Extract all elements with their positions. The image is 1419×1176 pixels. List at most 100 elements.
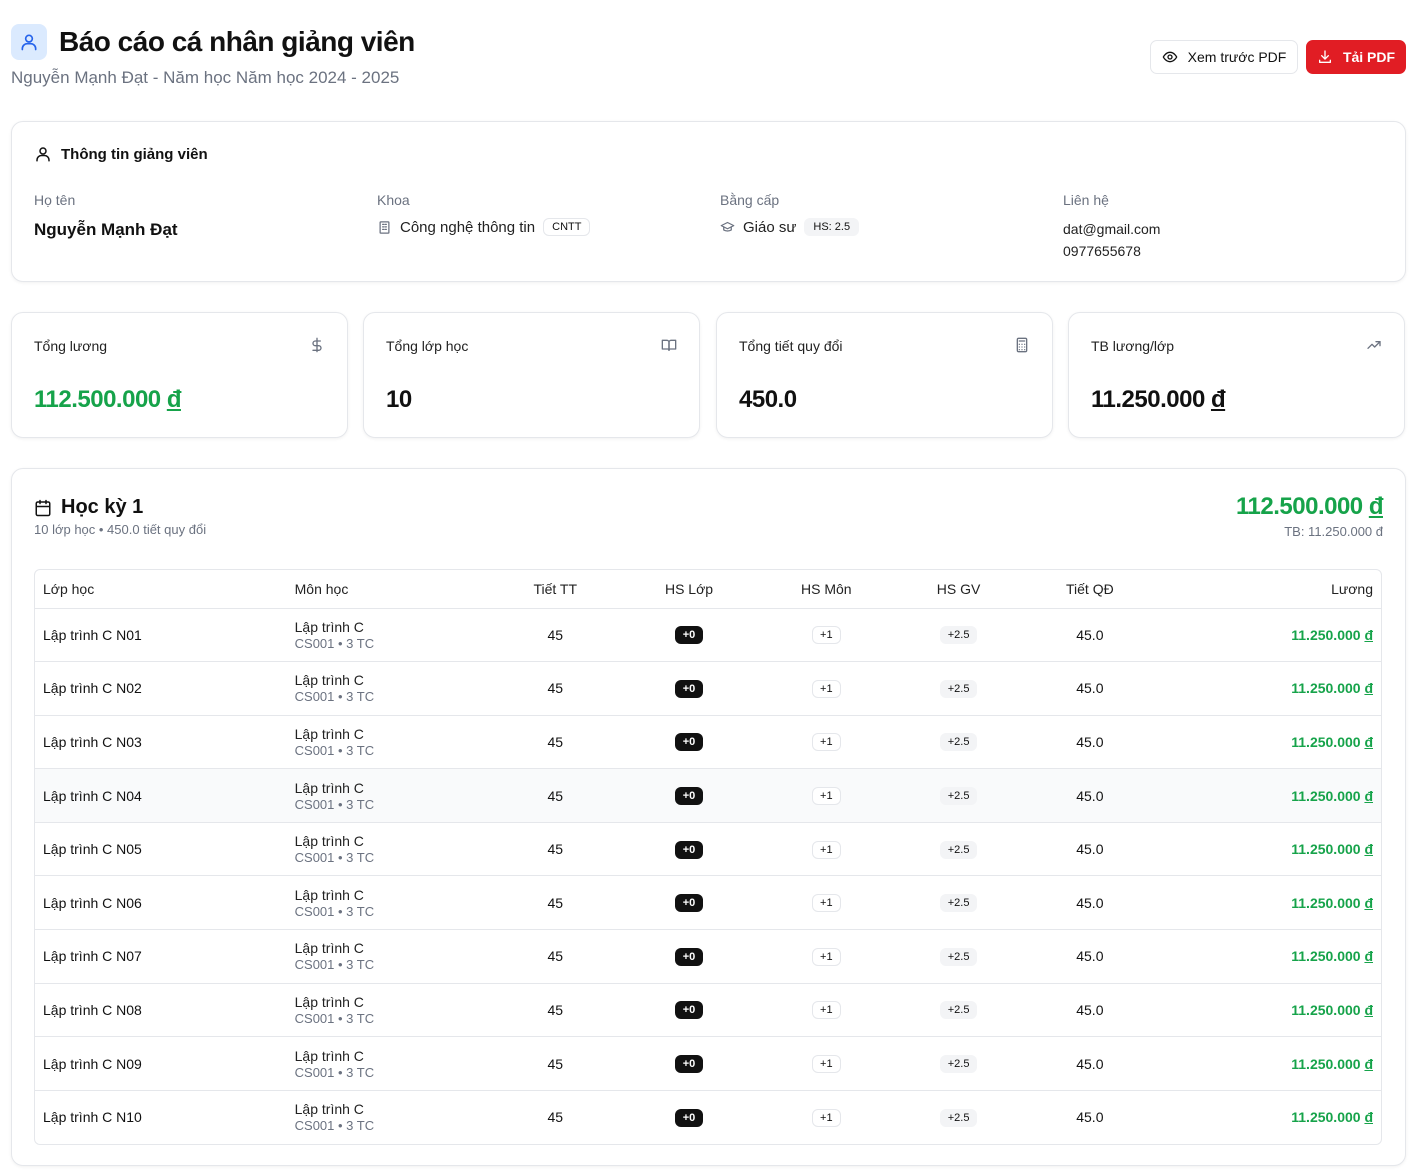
cell-hs-teacher: +2.5 bbox=[897, 822, 1020, 877]
degree-coefficient-badge: HS: 2.5 bbox=[804, 218, 860, 236]
subject-name: Lập trình C bbox=[294, 993, 364, 1010]
table-row: Lập trình C N04 Lập trình C CS001 • 3 TC 45… bbox=[35, 768, 1381, 823]
hs-teacher-badge: +2.5 bbox=[939, 1001, 978, 1020]
stat-label: TB lương/lớp bbox=[1091, 338, 1174, 354]
cell-class: Lập trình C N10 bbox=[43, 1109, 142, 1126]
subject-name: Lập trình C bbox=[294, 833, 364, 850]
stat-label: Tổng lương bbox=[34, 338, 108, 354]
cell-hs-subject: +1 bbox=[754, 768, 898, 823]
cell-periods: 45 bbox=[487, 983, 624, 1038]
stat-card-total-salary: Tổng lương 112.500.000 đ bbox=[11, 312, 348, 438]
table-row: Lập trình C N03 Lập trình C CS001 • 3 TC 45… bbox=[35, 715, 1381, 770]
subject-meta: CS001 • 3 TC bbox=[294, 903, 375, 919]
hs-class-badge: +0 bbox=[674, 947, 704, 966]
lecturer-info-title: Thông tin giảng viên bbox=[34, 145, 208, 163]
user-icon bbox=[11, 24, 47, 60]
cell-hs-subject: +1 bbox=[754, 929, 898, 984]
cell-hs-subject: +1 bbox=[754, 608, 898, 663]
cell-converted: 45.0 bbox=[1019, 822, 1161, 877]
hs-subject-badge: +1 bbox=[812, 787, 841, 806]
hs-subject-badge: +1 bbox=[812, 626, 841, 645]
subject-name: Lập trình C bbox=[294, 886, 364, 903]
cell-subject: Lập trình C CS001 • 3 TC bbox=[286, 929, 488, 984]
hs-teacher-badge: +2.5 bbox=[939, 679, 978, 698]
cell-periods: 45 bbox=[487, 608, 624, 663]
cell-hs-class: +0 bbox=[623, 715, 755, 770]
cell-subject: Lập trình C CS001 • 3 TC bbox=[286, 661, 488, 716]
lecturer-info-title-text: Thông tin giảng viên bbox=[61, 145, 208, 163]
cell-hs-class: +0 bbox=[623, 929, 755, 984]
download-pdf-button[interactable]: Tải PDF bbox=[1306, 40, 1406, 74]
download-pdf-label: Tải PDF bbox=[1342, 49, 1396, 65]
dollar-icon bbox=[309, 337, 325, 353]
cell-converted: 45.0 bbox=[1019, 715, 1161, 770]
subject-meta: CS001 • 3 TC bbox=[294, 850, 375, 866]
table-row: Lập trình C N02 Lập trình C CS001 • 3 TC 45… bbox=[35, 661, 1381, 716]
cell-hs-teacher: +2.5 bbox=[897, 715, 1020, 770]
cell-hs-class: +0 bbox=[623, 768, 755, 823]
contact-label: Liên hệ bbox=[1063, 192, 1109, 208]
cell-class: Lập trình C N05 bbox=[35, 822, 287, 877]
subject-name: Lập trình C bbox=[294, 618, 364, 635]
download-icon bbox=[1317, 49, 1333, 65]
trending-up-icon bbox=[1366, 337, 1382, 353]
subject-meta: CS001 • 3 TC bbox=[294, 742, 375, 758]
subject-meta: CS001 • 3 TC bbox=[294, 957, 375, 973]
stat-value: 450.0 bbox=[739, 386, 797, 413]
subject-name: Lập trình C bbox=[294, 779, 364, 796]
cell-subject: Lập trình C CS001 • 3 TC bbox=[286, 768, 488, 823]
lecturer-name: Nguyễn Mạnh Đạt bbox=[34, 220, 178, 239]
cell-hs-subject: +1 bbox=[754, 1036, 898, 1091]
hs-class-badge: +0 bbox=[674, 894, 704, 913]
cell-hs-class: +0 bbox=[623, 1036, 755, 1091]
subject-name: Lập trình C bbox=[294, 1047, 364, 1064]
hs-subject-badge: +1 bbox=[812, 840, 841, 859]
subject-meta: CS001 • 3 TC bbox=[294, 796, 375, 812]
table-row: Lập trình C N10 Lập trình C CS001 • 3 TC 45… bbox=[35, 1090, 1381, 1144]
user-icon bbox=[34, 145, 52, 163]
faculty-label: Khoa bbox=[377, 192, 410, 208]
table-row: Lập trình C N06 Lập trình C CS001 • 3 TC 45… bbox=[35, 875, 1381, 931]
degree-name: Giáo sư bbox=[743, 218, 797, 236]
name-label: Họ tên bbox=[34, 192, 76, 208]
cell-hs-teacher: +2.5 bbox=[897, 608, 1020, 663]
cell-periods: 45 bbox=[487, 822, 624, 877]
hs-class-badge: +0 bbox=[674, 1001, 704, 1020]
cell-periods: 45 bbox=[487, 715, 624, 770]
cell-hs-subject: +1 bbox=[754, 822, 898, 877]
cell-class: Lập trình C N03 bbox=[35, 715, 287, 770]
faculty-name: Công nghệ thông tin bbox=[400, 218, 536, 236]
cell-periods: 45 bbox=[487, 661, 624, 716]
cell-salary: 11.250.000 đ bbox=[1160, 983, 1381, 1038]
hs-teacher-badge: +2.5 bbox=[939, 626, 978, 645]
subject-name: Lập trình C bbox=[294, 1101, 364, 1118]
subject-meta: CS001 • 3 TC bbox=[294, 635, 375, 651]
hs-class-badge: +0 bbox=[674, 679, 704, 698]
cell-hs-teacher: +2.5 bbox=[898, 1090, 1020, 1144]
cell-hs-teacher: +2.5 bbox=[897, 661, 1020, 716]
preview-pdf-label: Xem trước PDF bbox=[1187, 49, 1287, 65]
hs-teacher-badge: +2.5 bbox=[939, 1108, 978, 1127]
cell-subject: Lập trình C CS001 • 3 TC bbox=[287, 1090, 488, 1144]
cell-hs-subject: +1 bbox=[755, 1090, 898, 1144]
table-row: Lập trình C N01 Lập trình C CS001 • 3 TC 45… bbox=[35, 608, 1381, 663]
hs-class-badge: +0 bbox=[674, 1108, 704, 1127]
graduation-cap-icon bbox=[720, 220, 735, 235]
cell-hs-subject: +1 bbox=[754, 715, 898, 770]
cell-salary: 11.250.000 đ bbox=[1160, 1036, 1381, 1091]
calculator-icon bbox=[1014, 337, 1030, 353]
preview-pdf-button[interactable]: Xem trước PDF bbox=[1150, 40, 1298, 74]
cell-salary: 11.250.000 đ bbox=[1160, 875, 1381, 931]
cell-subject: Lập trình C CS001 • 3 TC bbox=[286, 1036, 488, 1091]
page-subtitle: Nguyễn Mạnh Đạt - Năm học Năm học 2024 -… bbox=[11, 68, 400, 87]
cell-periods: 45 bbox=[487, 1036, 624, 1091]
table-header-row: Lớp học Môn học Tiết TT HS Lớp HS Môn HS… bbox=[35, 570, 1381, 609]
column-header-hs-subject: HS Môn bbox=[754, 570, 898, 609]
cell-salary: 11.250.000 đ bbox=[1160, 715, 1381, 770]
stat-card-total-classes: Tổng lớp học 10 bbox=[363, 312, 700, 438]
cell-periods: 45 bbox=[487, 768, 624, 823]
faculty-code-badge: CNTT bbox=[543, 218, 591, 236]
column-header-hs-teacher: HS GV bbox=[897, 570, 1020, 609]
cell-hs-teacher: +2.5 bbox=[897, 983, 1020, 1038]
cell-salary: 11.250.000 đ bbox=[1160, 822, 1381, 877]
